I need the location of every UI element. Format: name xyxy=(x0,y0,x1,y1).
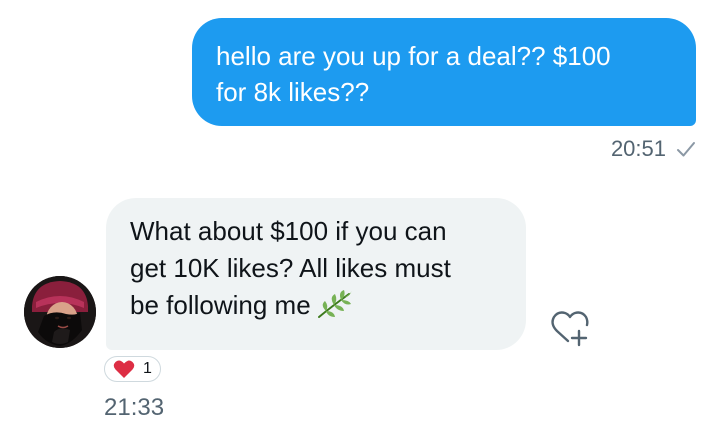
add-reaction-icon[interactable] xyxy=(546,304,594,352)
outgoing-message-line: hello are you up for a deal?? $100 xyxy=(216,41,611,71)
outgoing-message-line: for 8k likes?? xyxy=(216,77,370,107)
reaction-count: 1 xyxy=(143,360,152,377)
incoming-message-line-last: be following me xyxy=(130,287,502,324)
incoming-message-line: be following me xyxy=(130,290,311,320)
dm-conversation: hello are you up for a deal?? $100 for 8… xyxy=(0,0,720,440)
herb-icon xyxy=(317,290,352,318)
outgoing-message-bubble[interactable]: hello are you up for a deal?? $100 for 8… xyxy=(192,18,696,126)
reaction-badge[interactable]: 1 xyxy=(104,356,161,382)
incoming-message-bubble[interactable]: What about $100 if you can get 10K likes… xyxy=(106,198,526,350)
outgoing-message-meta: 20:51 xyxy=(611,136,696,162)
check-icon xyxy=(677,142,695,157)
red-heart-icon xyxy=(113,360,135,378)
avatar-image xyxy=(24,276,96,348)
outgoing-timestamp: 20:51 xyxy=(610,136,666,161)
incoming-timestamp: 21:33 xyxy=(104,394,165,421)
incoming-message-line: What about $100 if you can xyxy=(130,216,447,246)
avatar[interactable] xyxy=(24,276,96,348)
incoming-message-line: get 10K likes? All likes must xyxy=(130,253,451,283)
